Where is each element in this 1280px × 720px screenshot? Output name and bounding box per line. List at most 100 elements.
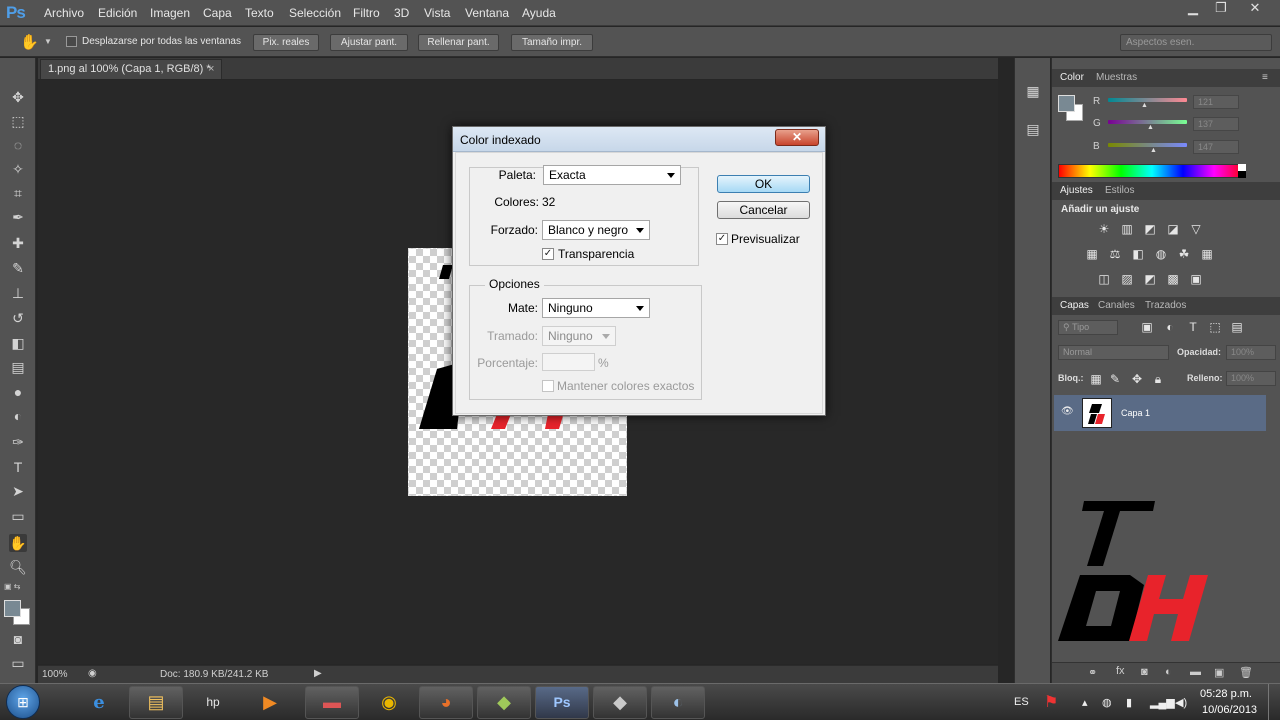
document-tab[interactable]: 1.png al 100% (Capa 1, RGB/8) * × xyxy=(40,59,222,79)
volume-tray-icon[interactable]: ◀) xyxy=(1175,696,1187,709)
fit-screen-button[interactable]: Ajustar pant. xyxy=(330,34,408,51)
dodge-tool-icon[interactable]: ◐ xyxy=(9,407,27,425)
layer-row[interactable]: 👁︎ Capa 1 xyxy=(1054,395,1266,431)
gradient-map-icon[interactable]: ▩ xyxy=(1166,272,1180,286)
channel-g-value[interactable]: 137 xyxy=(1193,117,1239,131)
hp-icon[interactable]: hp xyxy=(186,686,240,719)
marquee-tool-icon[interactable]: ⬚ xyxy=(9,112,27,130)
crop-tool-icon[interactable]: ⌗ xyxy=(9,184,27,202)
menu-ventana[interactable]: Ventana xyxy=(465,6,509,20)
chrome-icon[interactable]: ◉ xyxy=(362,686,416,719)
zoom-tool-icon[interactable]: 🔍︎ xyxy=(9,558,27,576)
tab-swatches[interactable]: Muestras xyxy=(1096,72,1137,83)
tab-channels[interactable]: Canales xyxy=(1098,300,1135,311)
hand-icon[interactable]: ✋ xyxy=(20,33,39,51)
fill-screen-button[interactable]: Rellenar pant. xyxy=(418,34,499,51)
spectrum-white-swatch[interactable] xyxy=(1238,164,1246,171)
channel-b-thumb-icon[interactable]: ▲ xyxy=(1150,147,1157,154)
curves-icon[interactable]: ◩ xyxy=(1143,222,1157,236)
channel-g-thumb-icon[interactable]: ▲ xyxy=(1147,124,1154,131)
paint-icon[interactable]: ◐ xyxy=(651,686,705,719)
opacity-input[interactable]: 100% xyxy=(1226,345,1276,360)
new-layer-icon[interactable]: ▣ xyxy=(1214,666,1224,679)
ok-button[interactable]: OK xyxy=(717,175,810,193)
screen-mode-icon[interactable]: ▭ xyxy=(9,654,27,672)
eyedropper-tool-icon[interactable]: ✒ xyxy=(9,208,27,226)
menu-seleccion[interactable]: Selección xyxy=(289,6,341,20)
tab-adjustments[interactable]: Ajustes xyxy=(1060,185,1093,196)
fill-input[interactable]: 100% xyxy=(1226,371,1276,386)
status-options-icon[interactable]: ◉ xyxy=(88,668,97,679)
file-explorer-icon[interactable]: ▤ xyxy=(129,686,183,719)
lock-pixels-icon[interactable]: ✎ xyxy=(1108,372,1122,386)
blur-tool-icon[interactable]: ● xyxy=(9,383,27,401)
restore-icon[interactable]: ❐ xyxy=(1206,0,1236,18)
forced-select[interactable]: Blanco y negro xyxy=(542,220,650,240)
scroll-all-checkbox[interactable] xyxy=(66,36,77,47)
firefox-icon[interactable]: ◕ xyxy=(419,686,473,719)
eraser-tool-icon[interactable]: ◧ xyxy=(9,334,27,352)
media-player-icon[interactable]: ▶ xyxy=(243,686,297,719)
channel-r-thumb-icon[interactable]: ▲ xyxy=(1141,102,1148,109)
photo-filter-icon[interactable]: ◍ xyxy=(1154,247,1168,261)
properties-panel-icon[interactable]: ▤ xyxy=(1024,120,1042,138)
minimize-icon[interactable]: ▁ xyxy=(1178,0,1208,18)
clock-date[interactable]: 10/06/2013 xyxy=(1202,704,1257,716)
filter-shape-icon[interactable]: ⬚ xyxy=(1208,320,1222,334)
lock-all-icon[interactable]: 🔒︎ xyxy=(1151,372,1165,386)
transparency-checkbox[interactable]: ✓ xyxy=(542,248,554,260)
photoshop-icon[interactable]: Ps xyxy=(535,686,589,719)
history-panel-icon[interactable]: ▦ xyxy=(1024,82,1042,100)
menu-vista[interactable]: Vista xyxy=(424,6,450,20)
pen-tool-icon[interactable]: ✑ xyxy=(9,433,27,451)
panel-menu-icon[interactable]: ≡ xyxy=(1262,72,1268,83)
new-adjustment-icon[interactable]: ◐ xyxy=(1165,666,1172,678)
start-orb-icon[interactable]: ⊞ xyxy=(6,685,40,719)
internet-explorer-icon[interactable]: e xyxy=(72,686,126,719)
workspace-select[interactable]: Aspectos esen. xyxy=(1120,34,1272,51)
delete-layer-icon[interactable]: 🗑︎ xyxy=(1239,666,1253,679)
clone-stamp-tool-icon[interactable]: ⊥ xyxy=(9,284,27,302)
spectrum-black-swatch[interactable] xyxy=(1238,171,1246,178)
layer-style-icon[interactable]: fx xyxy=(1116,665,1125,677)
app-icon[interactable]: ◆ xyxy=(477,686,531,719)
cancel-button[interactable]: Cancelar xyxy=(717,201,810,219)
tray-arrow-icon[interactable]: ▴ xyxy=(1082,696,1088,709)
menu-texto[interactable]: Texto xyxy=(245,6,274,20)
brush-tool-icon[interactable]: ✎ xyxy=(9,259,27,277)
add-mask-icon[interactable]: ◙ xyxy=(1141,666,1148,678)
layer-name[interactable]: Capa 1 xyxy=(1121,408,1150,418)
chevron-down-icon[interactable]: ▼ xyxy=(44,37,52,46)
network-tray-icon[interactable]: ◍ xyxy=(1102,696,1112,709)
menu-imagen[interactable]: Imagen xyxy=(150,6,190,20)
path-select-tool-icon[interactable]: ➤ xyxy=(9,482,27,500)
lock-transparency-icon[interactable]: ▦ xyxy=(1089,372,1103,386)
filter-adjustment-icon[interactable]: ◐ xyxy=(1163,320,1177,334)
channel-b-value[interactable]: 147 xyxy=(1193,140,1239,154)
dialog-title-bar[interactable]: Color indexado ✕ xyxy=(453,127,825,152)
palette-select[interactable]: Exacta xyxy=(543,165,681,185)
actual-pixels-button[interactable]: Pix. reales xyxy=(253,34,319,51)
new-group-icon[interactable]: ▬ xyxy=(1190,666,1201,678)
preview-checkbox[interactable]: ✓ xyxy=(716,233,728,245)
tab-paths[interactable]: Trazados xyxy=(1145,300,1186,311)
dialog-close-icon[interactable]: ✕ xyxy=(775,129,819,146)
channel-b-slider[interactable] xyxy=(1108,143,1187,147)
print-size-button[interactable]: Tamaño impr. xyxy=(511,34,593,51)
filter-pixel-icon[interactable]: ▣ xyxy=(1140,320,1154,334)
exposure-icon[interactable]: ◪ xyxy=(1166,222,1180,236)
tab-close-icon[interactable]: × xyxy=(208,63,214,75)
move-tool-icon[interactable]: ✥ xyxy=(9,88,27,106)
color-balance-icon[interactable]: ⚖ xyxy=(1108,247,1122,261)
shape-tool-icon[interactable]: ▭ xyxy=(9,507,27,525)
signal-tray-icon[interactable]: ▂▄▆ xyxy=(1150,696,1175,709)
power-tray-icon[interactable]: ▮ xyxy=(1126,696,1132,709)
quick-select-tool-icon[interactable]: ✧ xyxy=(9,160,27,178)
lasso-tool-icon[interactable]: ◌ xyxy=(9,136,27,154)
gradient-tool-icon[interactable]: ▤ xyxy=(9,358,27,376)
menu-capa[interactable]: Capa xyxy=(203,6,232,20)
filter-smart-object-icon[interactable]: ▤ xyxy=(1230,320,1244,334)
invert-icon[interactable]: ◫ xyxy=(1097,272,1111,286)
show-desktop-button[interactable] xyxy=(1268,684,1280,720)
tab-styles[interactable]: Estilos xyxy=(1105,185,1134,196)
